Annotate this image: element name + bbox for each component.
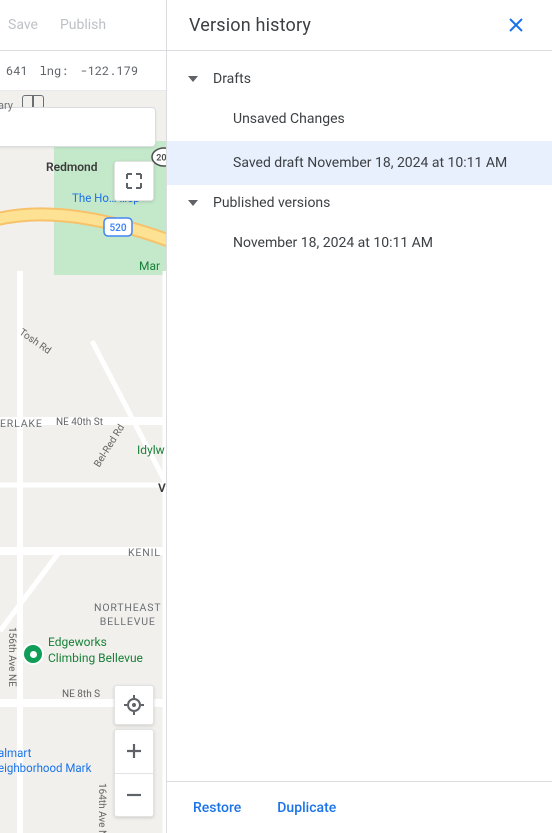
editor-toolbar: Save Publish [0, 0, 166, 51]
zoom-in-button[interactable] [115, 730, 153, 774]
map-label-marymoor: Mar [139, 259, 160, 273]
panel-body: Drafts Unsaved Changes Saved draft Novem… [167, 51, 552, 781]
map-label-ne8th: NE 8th S [62, 689, 100, 700]
caret-down-icon [187, 197, 199, 209]
locate-button[interactable] [114, 685, 154, 725]
close-button[interactable] [502, 11, 530, 39]
publish-button[interactable]: Publish [60, 17, 106, 33]
plus-icon [126, 743, 142, 759]
left-background: Save Publish 641 lng: -122.179 [0, 0, 166, 833]
svg-text:520: 520 [109, 223, 126, 234]
map-label-walmart: almart eighborhood Mark [0, 746, 91, 776]
coordinate-status-bar: 641 lng: -122.179 [0, 51, 166, 91]
poi-marker-icon[interactable] [22, 643, 44, 665]
lng-value: -122.179 [80, 63, 138, 79]
map-label-156th-ave: 156th Ave NE [6, 627, 17, 687]
zoom-out-button[interactable] [115, 774, 153, 817]
fullscreen-icon [125, 172, 143, 190]
save-button[interactable]: Save [8, 17, 38, 33]
map-label-v: V [158, 481, 166, 495]
close-icon [508, 17, 524, 33]
restore-button[interactable]: Restore [179, 792, 255, 824]
panel-footer: Restore Duplicate [167, 781, 552, 833]
lat-value: 641 [6, 63, 28, 79]
map-label-idylwood: Idylw [137, 443, 165, 457]
caret-down-icon [187, 73, 199, 85]
crosshair-icon [123, 694, 145, 716]
version-history-panel: Version history Drafts Unsaved Changes S… [166, 0, 552, 833]
map-canvas[interactable]: 520 202 ary Redmond The Ho… …ep Mar Tosh… [0, 91, 166, 833]
panel-title: Version history [189, 15, 311, 36]
map-label-ne-bellevue: NORTHEAST BELLEVUE [94, 601, 161, 629]
minus-icon [126, 787, 142, 803]
section-header-published[interactable]: Published versions [167, 185, 552, 221]
duplicate-button[interactable]: Duplicate [263, 792, 350, 824]
section-header-drafts[interactable]: Drafts [167, 61, 552, 97]
map-label-kenilworth: KENIL [128, 546, 161, 559]
panel-header: Version history [167, 0, 552, 51]
fullscreen-button[interactable] [114, 161, 154, 201]
version-item-saved-draft[interactable]: Saved draft November 18, 2024 at 10:11 A… [167, 141, 552, 185]
map-label-redmond: Redmond [46, 160, 98, 174]
zoom-control [114, 729, 154, 817]
version-item-published[interactable]: November 18, 2024 at 10:11 AM [167, 221, 552, 265]
lng-label: lng: [40, 63, 69, 79]
map-search-input[interactable] [0, 107, 156, 147]
section-label-drafts: Drafts [213, 71, 251, 87]
map-label-edgeworks: Edgeworks Climbing Bellevue [48, 635, 143, 666]
version-item-unsaved[interactable]: Unsaved Changes [167, 97, 552, 141]
map-label-overlake: ERLAKE [0, 417, 43, 430]
section-label-published: Published versions [213, 195, 330, 211]
map-label-library: ary [0, 99, 13, 112]
map-label-164th-ave: 164th Ave NE [96, 783, 107, 833]
svg-text:202: 202 [156, 154, 166, 164]
map-label-ne40th: NE 40th St [56, 417, 103, 428]
